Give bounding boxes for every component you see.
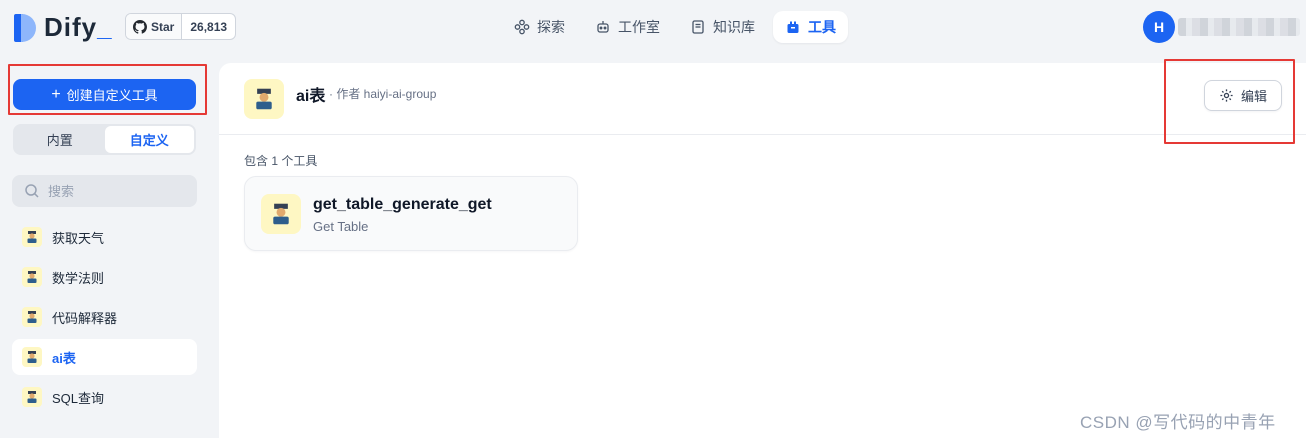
top-header: Dify_ Star 26,813 探索 工作室 知识库 工具 H: [0, 0, 1306, 56]
sidebar-item-math[interactable]: 数学法则: [12, 259, 197, 295]
search-input[interactable]: [48, 183, 178, 199]
nav-knowledge[interactable]: 知识库: [678, 11, 767, 43]
custom-tool-list: 获取天气 数学法则 代码解释器 ai表 SQL查询: [12, 219, 197, 419]
tool-bot-icon: [22, 227, 42, 247]
github-icon: [133, 19, 147, 34]
sidebar-item-sql-query[interactable]: SQL查询: [12, 379, 197, 415]
sidebar-item-ai-table[interactable]: ai表: [12, 339, 197, 375]
sidebar-item-label: ai表: [52, 350, 76, 366]
nav-tools-label: 工具: [808, 19, 836, 35]
sidebar-item-label: SQL查询: [52, 390, 105, 406]
user-avatar[interactable]: H: [1143, 11, 1175, 43]
nav-tools[interactable]: 工具: [773, 11, 848, 43]
sidebar-item-code-interpreter[interactable]: 代码解释器: [12, 299, 197, 335]
tool-bot-icon: [261, 194, 301, 234]
username-redacted[interactable]: [1178, 18, 1300, 36]
sidebar-item-label: 代码解释器: [52, 310, 118, 326]
nav-studio-label: 工作室: [618, 19, 660, 35]
tool-count-label: 包含 1 个工具: [244, 154, 318, 168]
github-star-button[interactable]: Star: [126, 14, 183, 39]
tool-author: · 作者 haiyi-ai-group: [329, 87, 437, 101]
tab-custom[interactable]: 自定义: [104, 126, 194, 153]
main-nav: 探索 工作室 知识库 工具: [502, 11, 848, 43]
tool-detail-header: ai表 · 作者 haiyi-ai-group 编辑: [219, 59, 1306, 144]
tool-title: ai表: [296, 88, 326, 105]
tools-sidebar: + 创建自定义工具 内置 自定义 获取天气 数学法则 代码解释器 ai表 SQL…: [0, 56, 219, 438]
tool-detail-panel: ai表 · 作者 haiyi-ai-group 编辑 包含 1 个工具 get_…: [219, 59, 1306, 438]
nav-explore[interactable]: 探索: [502, 11, 577, 43]
robot-icon: [597, 21, 609, 33]
sidebar-item-weather[interactable]: 获取天气: [12, 219, 197, 255]
highlight-box-create: [8, 64, 207, 115]
sidebar-item-label: 数学法则: [52, 270, 105, 286]
tool-card-title: get_table_generate_get: [313, 196, 492, 213]
tool-card[interactable]: get_table_generate_get Get Table: [244, 176, 578, 251]
tool-card-description: Get Table: [313, 219, 369, 234]
tab-builtin[interactable]: 内置: [15, 126, 105, 153]
book-icon: [692, 20, 704, 34]
tool-bot-icon: [22, 267, 42, 287]
github-star-count[interactable]: 26,813: [182, 14, 235, 39]
github-star-widget[interactable]: Star 26,813: [125, 13, 237, 40]
tool-bot-icon: [244, 79, 284, 119]
tool-bot-icon: [22, 307, 42, 327]
nav-knowledge-label: 知识库: [713, 19, 755, 35]
tool-bot-icon: [22, 387, 42, 407]
github-star-label: Star: [151, 19, 175, 34]
dify-logo-mark: [14, 13, 36, 42]
nav-explore-label: 探索: [537, 19, 565, 35]
search-box[interactable]: [12, 175, 197, 207]
highlight-box-edit: [1164, 59, 1295, 144]
tool-bot-icon: [22, 347, 42, 367]
nav-studio[interactable]: 工作室: [583, 11, 672, 43]
csdn-watermark: CSDN @写代码的中青年: [1080, 413, 1276, 432]
dify-logo[interactable]: Dify_: [14, 12, 113, 43]
search-icon: [25, 184, 39, 198]
logo-text: Dify_: [44, 12, 113, 42]
explore-icon: [514, 19, 530, 35]
tool-type-tabs: 内置 自定义: [13, 124, 196, 155]
toolbox-icon: [787, 21, 799, 33]
sidebar-item-label: 获取天气: [52, 230, 105, 246]
